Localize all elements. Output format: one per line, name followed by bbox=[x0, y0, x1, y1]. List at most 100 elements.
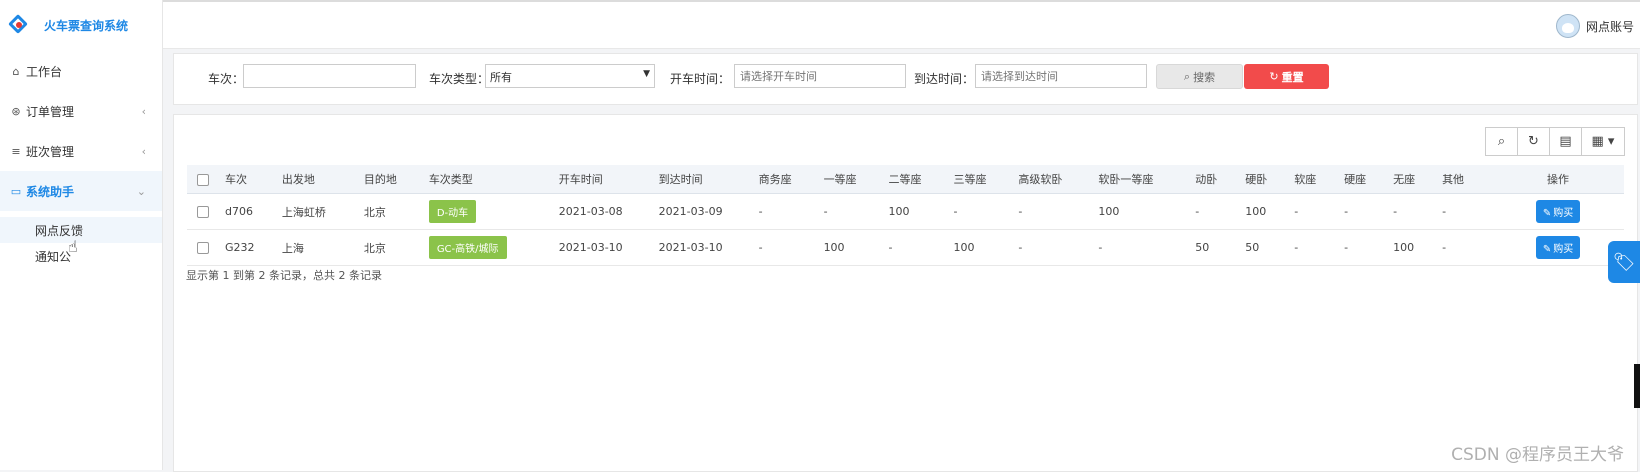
app-title: 火车票查询系统 bbox=[44, 18, 129, 33]
caret-down-icon: ▼ bbox=[643, 69, 650, 79]
cell-other: - bbox=[1442, 229, 1493, 266]
column-header[interactable]: 硬座 bbox=[1344, 165, 1394, 194]
sidebar-item-schedules[interactable]: ≡ 班次管理 ‹ bbox=[0, 131, 162, 171]
cell-from: 上海虹桥 bbox=[281, 193, 364, 230]
grid-icon: ▦ ▾ bbox=[1591, 134, 1615, 149]
train-no-label: 车次： bbox=[208, 72, 245, 86]
search-icon: ⌕ bbox=[1183, 69, 1191, 83]
toolbar-columns-button[interactable]: ▦ ▾ bbox=[1581, 127, 1625, 156]
depart-time-label: 开车时间： bbox=[670, 72, 731, 86]
cell-soft-sleeper-first: 100 bbox=[1098, 193, 1196, 230]
sidebar-item-orders[interactable]: ⊛ 订单管理 ‹ bbox=[0, 91, 162, 131]
cell-business: - bbox=[758, 193, 824, 230]
cell-premium-sleeper: - bbox=[1018, 229, 1099, 266]
cell-first: - bbox=[823, 193, 889, 230]
sidebar: 火车票查询系统 ⌂ 工作台 ⊛ 订单管理 ‹ ≡ 班次管理 ‹ ▭ 系统助手 ⌄… bbox=[0, 0, 163, 470]
user-label: 网点账号 bbox=[1585, 19, 1634, 34]
cell-d-sleeper: 50 bbox=[1195, 229, 1246, 266]
column-header[interactable]: 三等座 bbox=[953, 165, 1019, 194]
cell-other: - bbox=[1442, 193, 1493, 230]
cell-third: - bbox=[953, 193, 1019, 230]
pin-icon: ⊛ bbox=[11, 104, 21, 118]
cell-train: G232 bbox=[224, 229, 282, 266]
row-checkbox[interactable] bbox=[187, 229, 225, 266]
cell-third: 100 bbox=[953, 229, 1019, 266]
column-header[interactable]: 开车时间 bbox=[558, 165, 659, 194]
column-header[interactable]: 软卧一等座 bbox=[1098, 165, 1196, 194]
hand-cursor-icon: ☝ bbox=[68, 237, 78, 256]
column-header[interactable]: 车次类型 bbox=[428, 165, 559, 194]
toolbar-search-button[interactable]: ⌕ bbox=[1485, 127, 1518, 156]
column-header[interactable]: 车次 bbox=[224, 165, 282, 194]
cell-hard-sleeper: 50 bbox=[1245, 229, 1295, 266]
search-icon: ⌕ bbox=[1497, 134, 1506, 149]
reset-button-label: 重置 bbox=[1281, 70, 1304, 84]
row-checkbox[interactable] bbox=[187, 193, 225, 230]
sidebar-subitem-feedback[interactable]: 网点反馈 bbox=[0, 217, 162, 243]
train-type-select[interactable]: 所有 ▼ bbox=[485, 64, 655, 88]
train-table: 车次 出发地 目的地 车次类型 开车时间 到达时间 商务座 一等座 二等座 三等… bbox=[187, 165, 1624, 266]
cell-premium-sleeper: - bbox=[1018, 193, 1099, 230]
column-header[interactable]: 操作 bbox=[1492, 165, 1624, 194]
watermark: CSDN @程序员王大爷 bbox=[1451, 445, 1624, 465]
buy-button[interactable]: ✎ 购买 bbox=[1535, 200, 1581, 223]
column-header[interactable]: 硬卧 bbox=[1245, 165, 1295, 194]
table-row: G232 上海 北京 GC-高铁/城际 2021-03-10 2021-03-1… bbox=[187, 229, 1624, 266]
cell-train: d706 bbox=[224, 193, 282, 230]
scroll-handle[interactable] bbox=[1634, 364, 1640, 408]
cell-soft-sleeper-first: - bbox=[1098, 229, 1196, 266]
column-header[interactable]: 商务座 bbox=[758, 165, 824, 194]
user-menu[interactable]: 网点账号 bbox=[1555, 14, 1634, 38]
column-header[interactable]: 其他 bbox=[1442, 165, 1493, 194]
sidebar-item-label: 订单管理 bbox=[26, 104, 75, 119]
list-alt-icon: ▤ bbox=[1559, 134, 1572, 149]
arrive-time-label: 到达时间： bbox=[914, 72, 975, 86]
column-header[interactable]: 软座 bbox=[1294, 165, 1345, 194]
sidebar-item-workbench[interactable]: ⌂ 工作台 bbox=[0, 51, 162, 91]
search-button-label: 搜索 bbox=[1193, 70, 1216, 84]
column-header[interactable]: 无座 bbox=[1393, 165, 1443, 194]
column-header[interactable]: 一等座 bbox=[823, 165, 889, 194]
tag-icon[interactable]: 🏷 bbox=[1608, 241, 1640, 283]
buy-button[interactable]: ✎ 购买 bbox=[1535, 236, 1581, 259]
reset-button[interactable]: ↻ 重置 bbox=[1244, 64, 1329, 89]
column-header[interactable]: 到达时间 bbox=[658, 165, 759, 194]
cell-second: - bbox=[888, 229, 954, 266]
sidebar-subitem-notice[interactable]: 通知公 bbox=[0, 243, 162, 269]
buy-button-label: 购买 bbox=[1553, 208, 1574, 219]
depart-time-input[interactable] bbox=[734, 64, 906, 88]
table-row: d706 上海虹桥 北京 D-动车 2021-03-08 2021-03-09 … bbox=[187, 193, 1624, 230]
train-type-badge: D-动车 bbox=[428, 200, 477, 223]
cell-no-seat: - bbox=[1393, 193, 1443, 230]
column-header[interactable]: 动卧 bbox=[1195, 165, 1246, 194]
train-type-label: 车次类型： bbox=[429, 72, 490, 86]
sidebar-subitem-label: 通知公 bbox=[35, 249, 72, 264]
pagination-summary: 显示第 1 到第 2 条记录，总共 2 条记录 bbox=[186, 269, 382, 282]
cell-first: 100 bbox=[823, 229, 889, 266]
sidebar-item-assistant[interactable]: ▭ 系统助手 ⌄ bbox=[0, 171, 162, 211]
cell-second: 100 bbox=[888, 193, 954, 230]
toolbar-refresh-button[interactable]: ↻ bbox=[1517, 127, 1550, 156]
table-panel: ⌕ ↻ ▤ ▦ ▾ 车次 出发地 目的地 车次类型 开车时间 到达时间 商务座 … bbox=[173, 114, 1638, 472]
logo-icon bbox=[8, 14, 30, 36]
column-header[interactable]: 出发地 bbox=[281, 165, 364, 194]
search-button[interactable]: ⌕ 搜索 bbox=[1156, 64, 1243, 89]
arrive-time-input[interactable] bbox=[975, 64, 1147, 88]
cell-depart: 2021-03-08 bbox=[558, 193, 659, 230]
cell-depart: 2021-03-10 bbox=[558, 229, 659, 266]
sidebar-subitem-label: 网点反馈 bbox=[35, 223, 84, 238]
column-header[interactable]: 目的地 bbox=[363, 165, 429, 194]
home-icon: ⌂ bbox=[12, 64, 20, 78]
sidebar-item-label: 班次管理 bbox=[26, 144, 75, 159]
column-header[interactable]: 高级软卧 bbox=[1018, 165, 1099, 194]
column-header[interactable]: 二等座 bbox=[888, 165, 954, 194]
avatar bbox=[1555, 14, 1580, 38]
chevron-left-icon: ‹ bbox=[141, 144, 146, 158]
table-header-row: 车次 出发地 目的地 车次类型 开车时间 到达时间 商务座 一等座 二等座 三等… bbox=[187, 165, 1624, 194]
select-all-checkbox[interactable] bbox=[187, 165, 225, 194]
cell-business: - bbox=[758, 229, 824, 266]
toolbar-card-view-button[interactable]: ▤ bbox=[1549, 127, 1582, 156]
train-type-value: 所有 bbox=[490, 71, 512, 84]
train-no-input[interactable] bbox=[243, 64, 416, 88]
buy-button-label: 购买 bbox=[1553, 244, 1574, 255]
